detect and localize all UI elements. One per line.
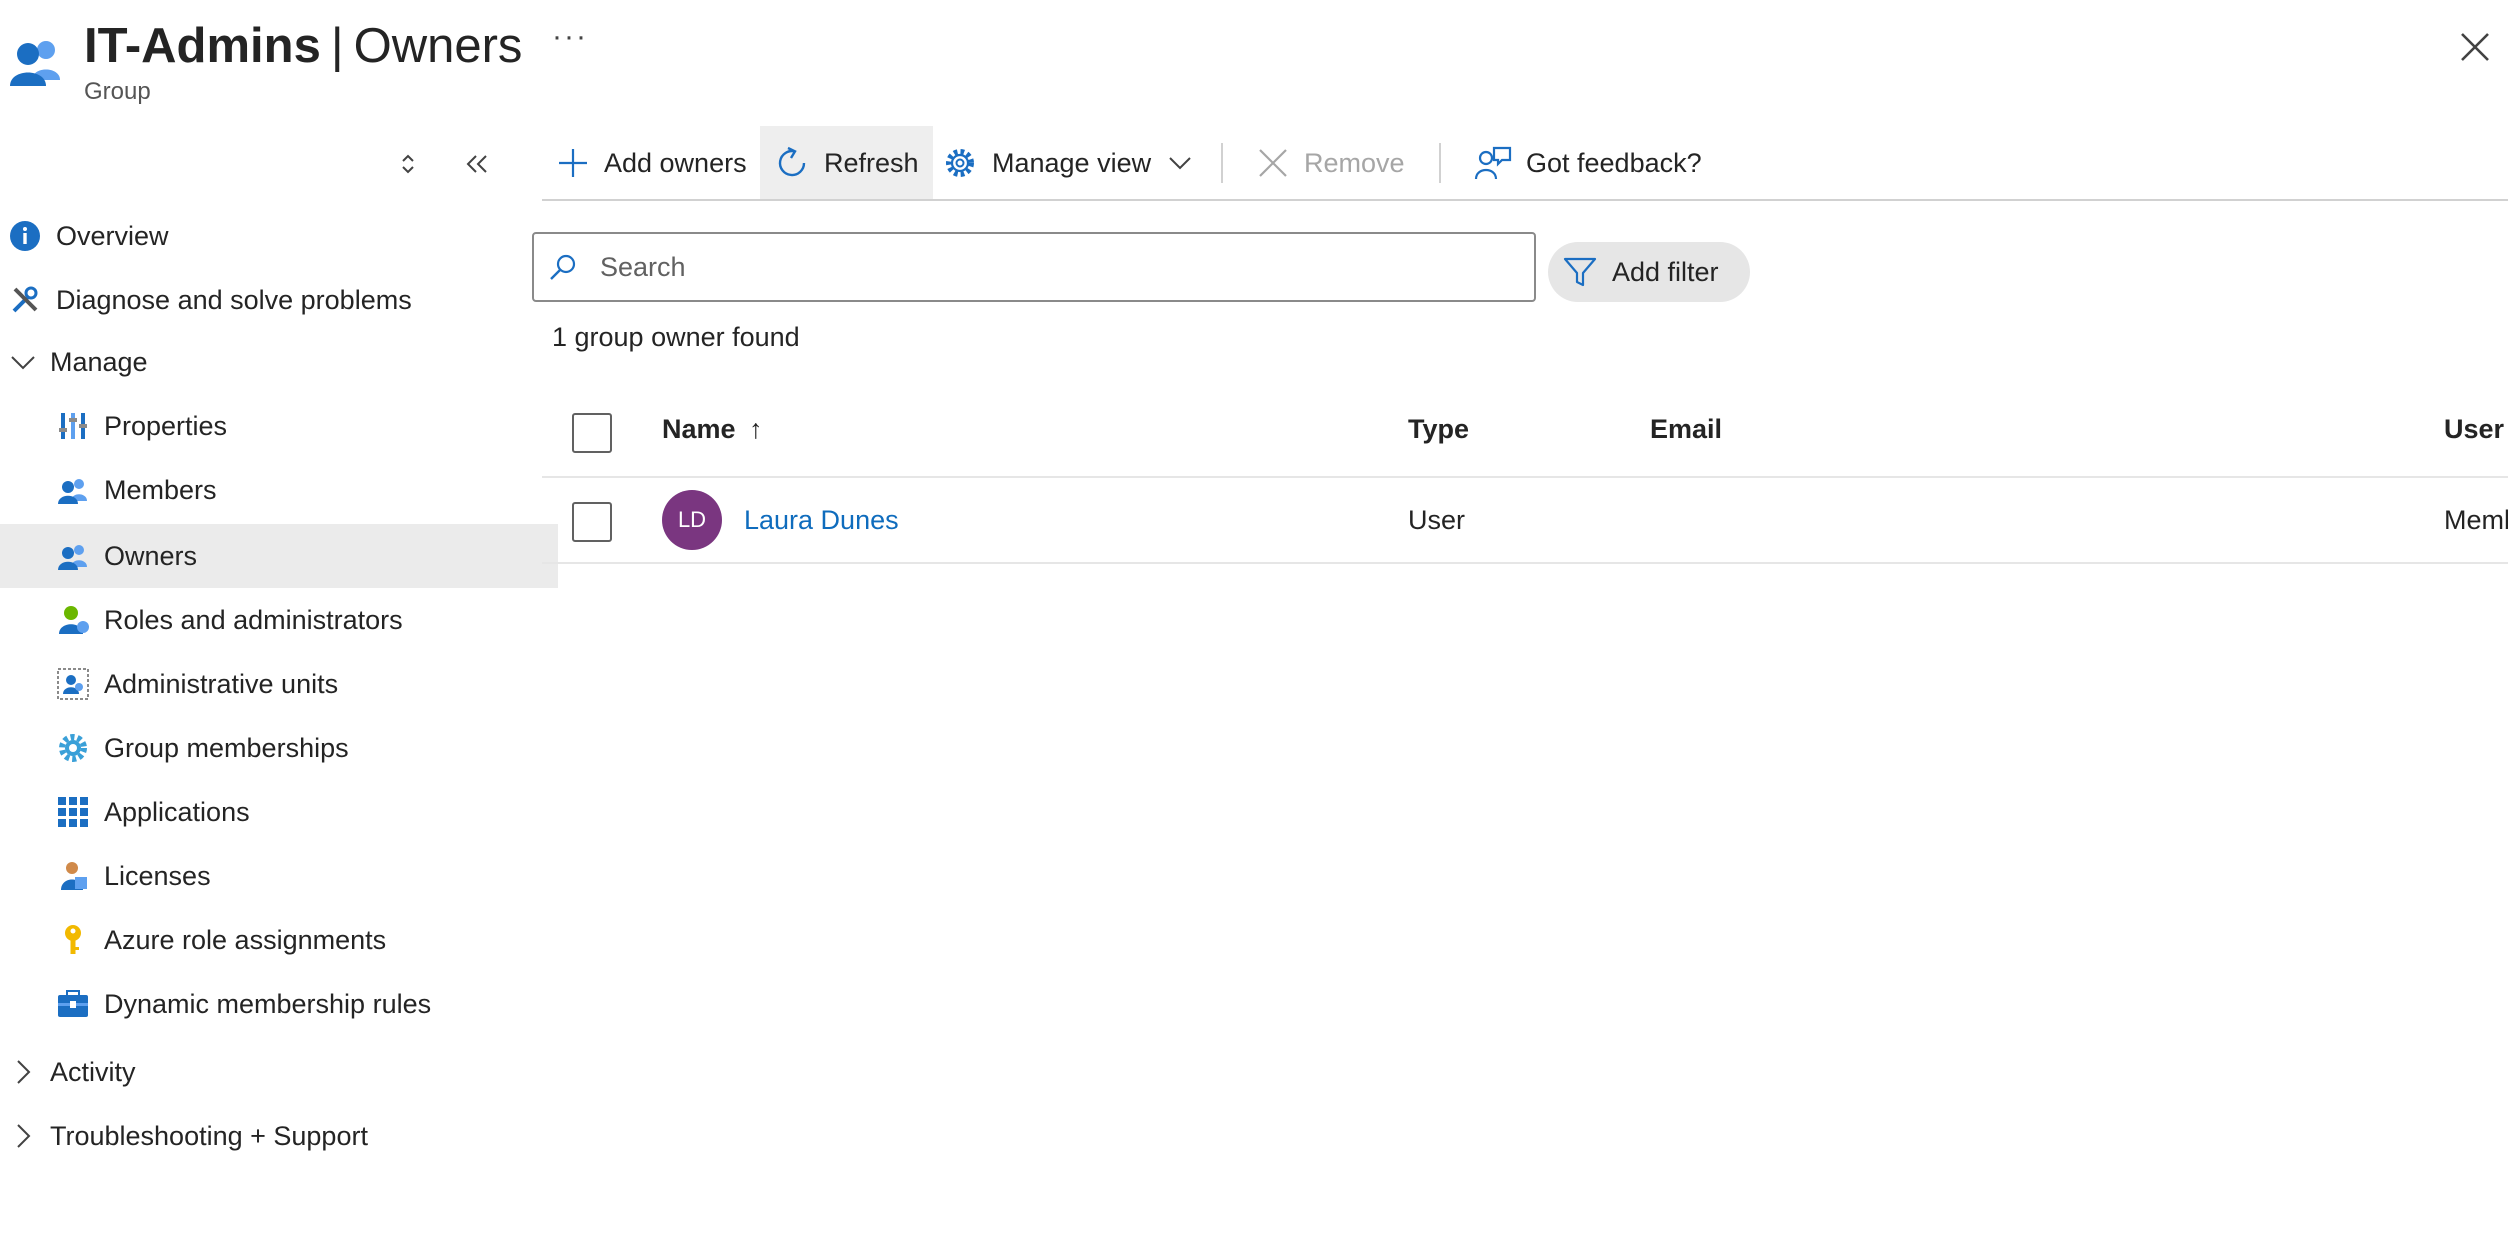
sidebar-item-applications[interactable]: Applications	[0, 780, 558, 844]
collapse-sidebar-button[interactable]	[462, 150, 492, 178]
sidebar-group-troubleshooting[interactable]: Troubleshooting + Support	[0, 1104, 510, 1168]
sort-updown-button[interactable]	[394, 150, 422, 178]
search-input[interactable]	[598, 250, 1502, 284]
sidebar-item-label: Dynamic membership rules	[104, 988, 432, 1019]
plus-icon	[559, 149, 587, 177]
chevron-right-icon	[8, 1057, 38, 1087]
owners-icon	[56, 539, 90, 573]
dynamic-rules-icon	[56, 987, 90, 1021]
sidebar-item-admin-units[interactable]: Administrative units	[0, 652, 558, 716]
owner-name-link[interactable]: Laura Dunes	[744, 505, 899, 536]
chevron-down-icon	[1169, 157, 1191, 170]
gear-icon	[946, 149, 974, 177]
table-header-divider	[542, 476, 2508, 478]
more-options-button[interactable]: ···	[552, 20, 588, 54]
double-chevron-left-icon	[466, 155, 487, 173]
column-header-email[interactable]: Email	[1650, 414, 1722, 445]
manage-view-button[interactable]: Manage view	[928, 126, 1209, 200]
sort-ascending-icon: ↑	[749, 414, 763, 444]
chevron-updown-icon	[402, 154, 414, 174]
remove-button[interactable]: Remove	[1242, 126, 1419, 200]
manage-view-label: Manage view	[992, 147, 1152, 178]
sidebar-item-label: Owners	[104, 540, 198, 571]
filter-icon	[1563, 257, 1597, 287]
owner-type: User	[1408, 505, 1466, 535]
page-title: IT-Admins | Owners	[84, 14, 522, 78]
title-separator: |	[330, 19, 344, 73]
table-row-divider	[542, 562, 2508, 564]
avatar: LD	[662, 490, 722, 550]
sidebar-item-label: Roles and administrators	[104, 604, 403, 635]
chevron-down-icon	[8, 347, 38, 377]
feedback-icon	[1474, 146, 1512, 180]
add-owners-button[interactable]: Add owners	[542, 126, 761, 200]
search-icon	[550, 254, 576, 280]
result-count: 1 group owner found	[552, 322, 800, 352]
close-button[interactable]	[2454, 26, 2496, 68]
sidebar-item-overview[interactable]: Overview	[0, 204, 510, 268]
close-icon	[2461, 33, 2489, 61]
sidebar-item-licenses[interactable]: Licenses	[0, 844, 558, 908]
group-name: IT-Admins	[84, 19, 321, 73]
sidebar-item-label: Administrative units	[104, 668, 339, 699]
sidebar-item-label: Diagnose and solve problems	[56, 284, 412, 315]
sidebar-item-owners[interactable]: Owners	[0, 524, 558, 588]
chevron-right-icon	[8, 1121, 38, 1151]
sidebar-item-label: Overview	[56, 220, 169, 251]
column-header-name[interactable]: Name ↑	[662, 414, 763, 445]
info-icon	[8, 219, 42, 253]
gear-icon	[56, 731, 90, 765]
remove-label: Remove	[1304, 147, 1405, 178]
key-icon	[56, 923, 90, 957]
add-filter-button[interactable]: Add filter	[1548, 242, 1750, 302]
licenses-icon	[56, 859, 90, 893]
admin-units-icon	[56, 667, 90, 701]
sidebar-item-label: Manage	[50, 346, 148, 377]
select-all-checkbox[interactable]	[572, 413, 612, 453]
refresh-button[interactable]: Refresh	[760, 126, 933, 200]
sidebar-item-label: Members	[104, 474, 217, 505]
refresh-icon	[778, 146, 806, 177]
add-filter-label: Add filter	[1612, 256, 1719, 287]
column-header-label: Name	[662, 414, 736, 444]
feedback-button[interactable]: Got feedback?	[1460, 126, 1716, 200]
sidebar-item-label: Group memberships	[104, 732, 349, 763]
toolbar-divider	[1221, 143, 1223, 183]
sidebar-item-roles[interactable]: Roles and administrators	[0, 588, 558, 652]
row-checkbox[interactable]	[572, 502, 612, 542]
sidebar-item-group-memberships[interactable]: Group memberships	[0, 716, 558, 780]
toolbar-divider	[1439, 143, 1441, 183]
sidebar-item-label: Licenses	[104, 860, 211, 891]
column-header-type[interactable]: Type	[1408, 414, 1469, 445]
sidebar-group-activity[interactable]: Activity	[0, 1040, 510, 1104]
sidebar-item-azure-roles[interactable]: Azure role assignments	[0, 908, 558, 972]
applications-grid-icon	[56, 795, 90, 829]
sidebar-group-manage[interactable]: Manage	[0, 330, 510, 394]
sidebar-item-dynamic-rules[interactable]: Dynamic membership rules	[0, 972, 558, 1036]
toolbar-divider-line	[542, 199, 2508, 201]
close-icon	[1259, 149, 1287, 177]
roles-icon	[56, 603, 90, 637]
sidebar-item-diagnose[interactable]: Diagnose and solve problems	[0, 268, 510, 332]
members-icon	[56, 473, 90, 507]
section-name: Owners	[353, 19, 523, 73]
sidebar-item-label: Properties	[104, 410, 228, 441]
feedback-label: Got feedback?	[1526, 147, 1702, 178]
sidebar-item-label: Applications	[104, 796, 250, 827]
properties-icon	[56, 409, 90, 443]
wrench-icon	[8, 283, 42, 317]
column-header-user-type[interactable]: User t	[2444, 414, 2508, 445]
search-box[interactable]	[532, 232, 1536, 302]
owner-user-type: Memb	[2444, 505, 2508, 535]
sidebar-item-label: Azure role assignments	[104, 924, 387, 955]
sidebar-item-label: Activity	[50, 1056, 136, 1087]
page-subtitle: Group	[84, 78, 151, 105]
sidebar-item-label: Troubleshooting + Support	[50, 1120, 368, 1151]
sidebar-item-members[interactable]: Members	[0, 458, 558, 522]
group-icon	[6, 30, 66, 90]
sidebar-item-properties[interactable]: Properties	[0, 394, 558, 458]
refresh-label: Refresh	[824, 147, 919, 178]
add-owners-label: Add owners	[604, 147, 747, 178]
